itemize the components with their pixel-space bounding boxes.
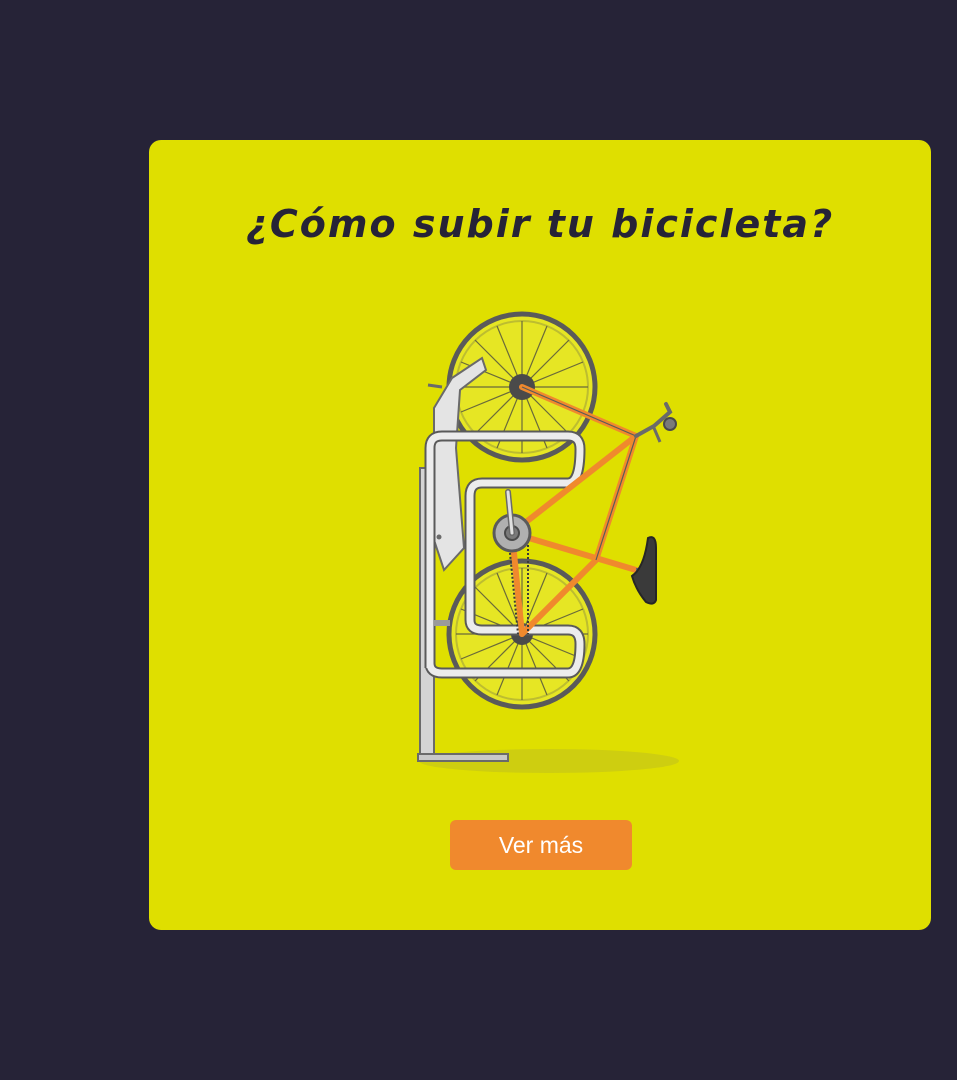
promo-card: ¿Cómo subir tu bicicleta? Ver más [149, 140, 931, 930]
ver-mas-button[interactable]: Ver más [450, 820, 632, 870]
handlebar [634, 402, 677, 443]
bike-rack-illustration [417, 311, 679, 773]
card-title: ¿Cómo subir tu bicicleta? [245, 202, 835, 246]
